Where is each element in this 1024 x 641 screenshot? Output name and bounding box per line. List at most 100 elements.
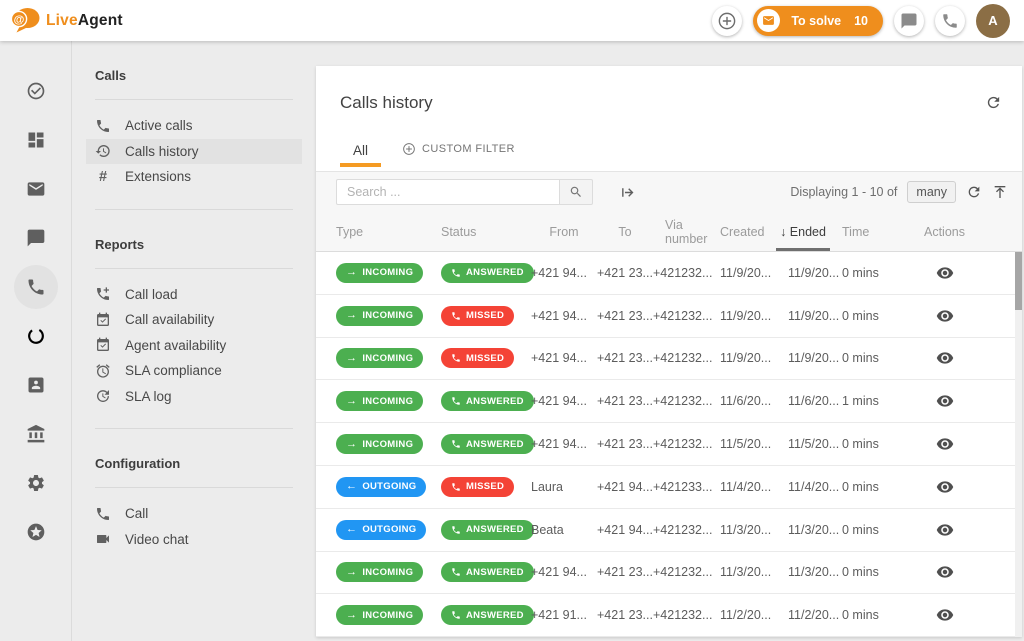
plus-circle-icon (717, 11, 737, 31)
sidebar-item-sla-compliance[interactable]: SLA compliance (86, 358, 302, 384)
history-icon (95, 143, 111, 159)
app-logo[interactable]: @ LiveAgent (10, 7, 123, 34)
column-header-time[interactable]: Time (830, 225, 910, 239)
rail-item-chat[interactable] (0, 213, 72, 262)
phone-icon (451, 268, 461, 278)
type-badge: →INCOMING (336, 562, 423, 582)
view-call-button[interactable] (936, 264, 954, 282)
cell-via-number: +421232... (653, 608, 710, 622)
rail-item-ring[interactable] (0, 311, 72, 360)
tab-custom-filter[interactable]: CUSTOM FILTER (389, 142, 528, 171)
table-row[interactable]: ←OUTGOINGMISSEDLaura+421 94...+421233...… (316, 466, 1022, 509)
column-header-ended[interactable]: ↓ Ended (776, 225, 830, 239)
sidebar-item-call-load[interactable]: Call load (86, 282, 302, 308)
arrow-right-icon: → (346, 353, 357, 364)
sidebar-item-call-availability[interactable]: Call availability (86, 307, 302, 333)
chats-button[interactable] (894, 6, 924, 36)
cell-time: 0 mins (830, 437, 910, 451)
search-button[interactable] (560, 179, 593, 205)
forward-filter-button[interactable] (620, 184, 637, 201)
to-solve-button[interactable]: To solve 10 (753, 6, 883, 36)
sidebar-item-extensions[interactable]: #Extensions (86, 164, 302, 190)
table-row[interactable]: →INCOMINGANSWERED+421 91...+421 23...+42… (316, 594, 1022, 637)
column-header-actions[interactable]: Actions (910, 225, 1012, 239)
cell-via-number: +421232... (653, 523, 710, 537)
cell-via-number: +421232... (653, 309, 710, 323)
scroll-to-top-button[interactable] (992, 184, 1008, 200)
to-solve-count: 10 (854, 14, 868, 28)
sidebar-item-agent-availability[interactable]: Agent availability (86, 333, 302, 359)
refresh-icon (985, 94, 1002, 111)
cell-created: 11/5/20... (710, 437, 776, 451)
table-row[interactable]: →INCOMINGANSWERED+421 94...+421 23...+42… (316, 552, 1022, 595)
rail-item-bank[interactable] (0, 409, 72, 458)
cell-from: +421 94... (531, 565, 597, 579)
phone-icon (451, 610, 461, 620)
sidebar-item-sla-log[interactable]: SLA log (86, 384, 302, 410)
sidebar-item-calls-history[interactable]: Calls history (86, 139, 302, 165)
ring-icon (26, 326, 46, 346)
arrow-left-icon: ← (346, 524, 357, 535)
type-badge: →INCOMING (336, 306, 423, 326)
view-call-button[interactable] (936, 307, 954, 325)
column-header-to[interactable]: To (597, 225, 653, 239)
table-row[interactable]: →INCOMINGANSWERED+421 94...+421 23...+42… (316, 380, 1022, 423)
cell-ended: 11/6/20... (776, 394, 830, 408)
refresh-page-button[interactable] (985, 94, 1002, 114)
rail-item-dashboard[interactable] (0, 115, 72, 164)
sidebar-item-label: Call load (125, 287, 178, 302)
cell-created: 11/6/20... (710, 394, 776, 408)
view-call-button[interactable] (936, 563, 954, 581)
table-row[interactable]: →INCOMINGMISSED+421 94...+421 23...+4212… (316, 295, 1022, 338)
type-badge: ←OUTGOING (336, 520, 426, 540)
divider (95, 487, 293, 488)
view-call-button[interactable] (936, 521, 954, 539)
rail-item-contacts[interactable] (0, 360, 72, 409)
cell-ended: 11/3/20... (776, 565, 830, 579)
avatar[interactable]: A (976, 4, 1010, 38)
column-header-from[interactable]: From (531, 225, 597, 239)
cell-created: 11/3/20... (710, 565, 776, 579)
rail-item-check-circle[interactable] (0, 66, 72, 115)
cell-to: +421 94... (597, 480, 653, 494)
table-scrollbar[interactable] (1015, 252, 1022, 637)
view-call-button[interactable] (936, 606, 954, 624)
rail-item-gear[interactable] (0, 458, 72, 507)
phone-icon (451, 525, 461, 535)
column-header-via-number[interactable]: Via number (653, 218, 710, 246)
cell-to: +421 23... (597, 608, 653, 622)
eye-icon (936, 478, 954, 496)
view-call-button[interactable] (936, 392, 954, 410)
table-row[interactable]: →INCOMINGMISSED+421 94...+421 23...+4212… (316, 338, 1022, 381)
sidebar-item-call[interactable]: Call (86, 501, 302, 527)
column-header-status[interactable]: Status (441, 225, 531, 239)
count-badge[interactable]: many (907, 181, 956, 203)
create-new-button[interactable] (712, 6, 742, 36)
sidebar-item-video-chat[interactable]: Video chat (86, 527, 302, 553)
cell-created: 11/9/20... (710, 351, 776, 365)
scrollbar-thumb[interactable] (1015, 252, 1022, 310)
cell-from: +421 94... (531, 351, 597, 365)
table-row[interactable]: →INCOMINGANSWERED+421 94...+421 23...+42… (316, 252, 1022, 295)
refresh-list-button[interactable] (966, 184, 982, 200)
calls-button[interactable] (935, 6, 965, 36)
phone-icon (941, 12, 959, 30)
search-input[interactable] (336, 179, 560, 205)
table-row[interactable]: →INCOMINGANSWERED+421 94...+421 23...+42… (316, 423, 1022, 466)
tab-all[interactable]: All (340, 143, 381, 171)
cell-time: 0 mins (830, 480, 910, 494)
chat-icon (900, 12, 918, 30)
table-row[interactable]: ←OUTGOINGANSWEREDBeata+421 94...+421232.… (316, 509, 1022, 552)
view-call-button[interactable] (936, 478, 954, 496)
event-available-icon (95, 312, 111, 328)
rail-item-star-circle[interactable] (0, 507, 72, 556)
view-call-button[interactable] (936, 349, 954, 367)
rail-item-phone[interactable] (0, 262, 72, 311)
sidebar-item-active-calls[interactable]: Active calls (86, 113, 302, 139)
arrow-right-icon: → (346, 267, 357, 278)
column-header-type[interactable]: Type (336, 225, 441, 239)
type-badge: →INCOMING (336, 391, 423, 411)
view-call-button[interactable] (936, 435, 954, 453)
rail-item-mail[interactable] (0, 164, 72, 213)
column-header-created[interactable]: Created (710, 225, 776, 239)
